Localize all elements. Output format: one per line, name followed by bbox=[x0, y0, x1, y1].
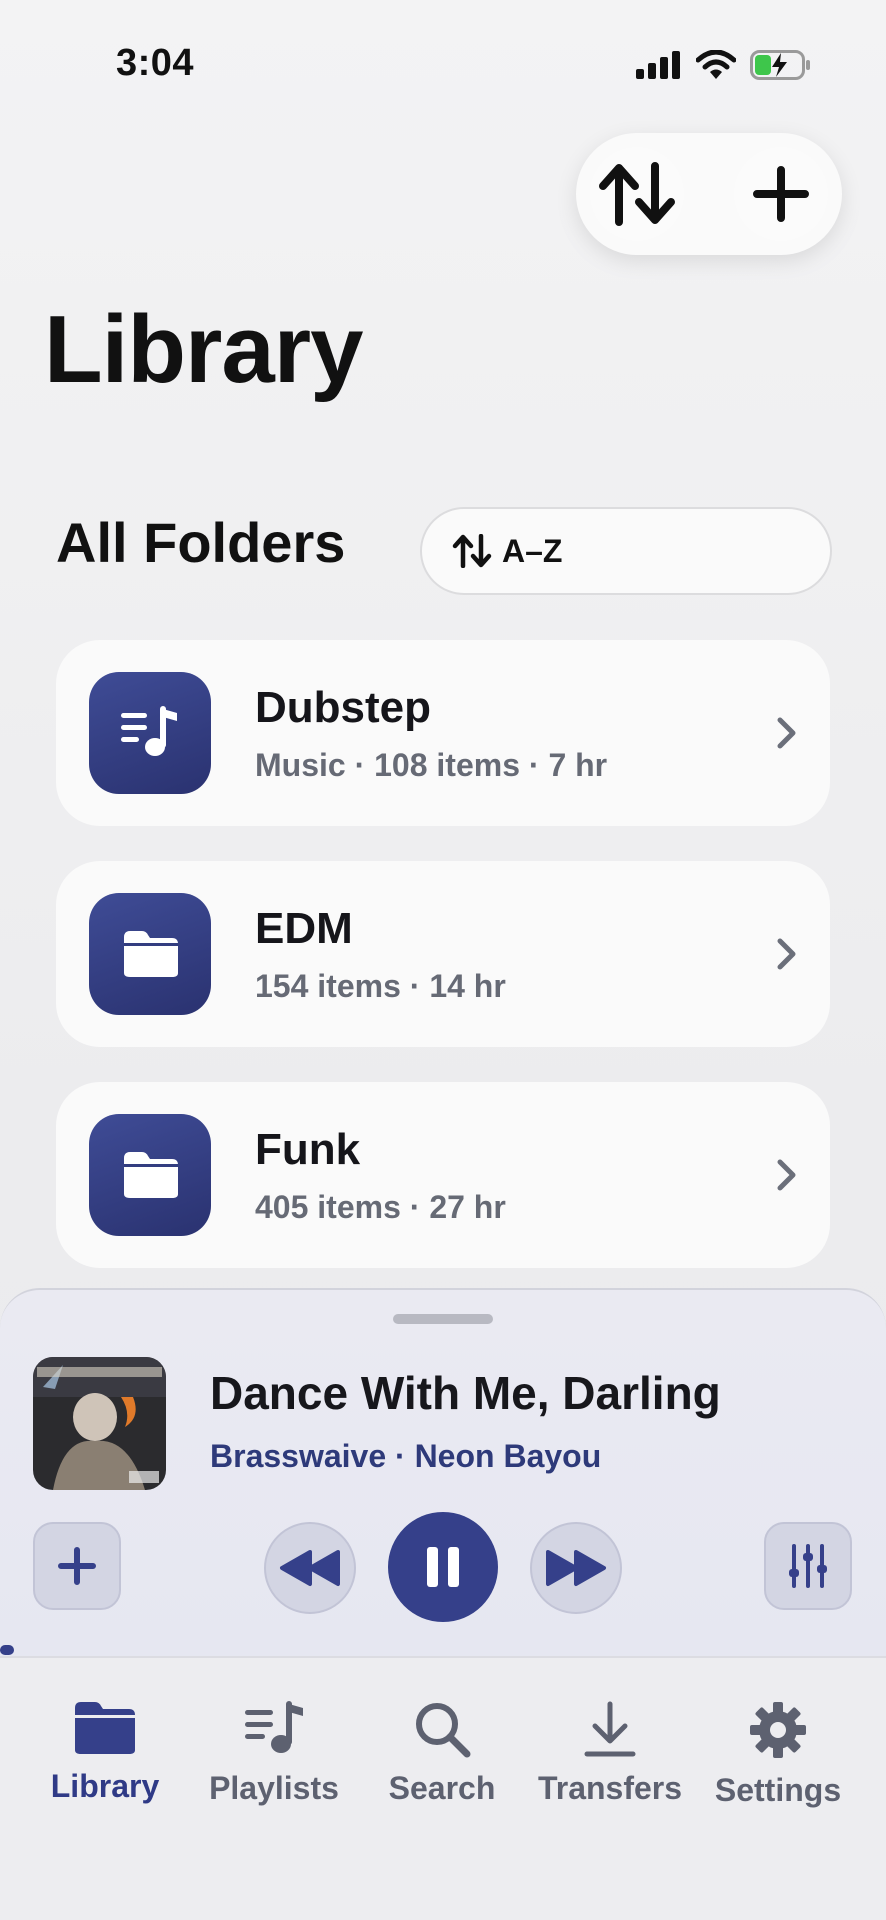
tab-label: Playlists bbox=[209, 1770, 339, 1806]
folder-name: Dubstep bbox=[255, 682, 431, 732]
wifi-icon bbox=[696, 50, 736, 79]
folder-name: EDM bbox=[255, 903, 353, 953]
tab-label: Settings bbox=[714, 1772, 842, 1808]
top-actions bbox=[576, 133, 842, 255]
drag-handle[interactable] bbox=[393, 1314, 493, 1324]
battery-charging-icon bbox=[750, 50, 810, 80]
chevron-right-icon bbox=[777, 717, 796, 749]
add-button[interactable] bbox=[734, 147, 828, 241]
folder-list: Dubstep Music · 108 items · 7 hr EDM 154… bbox=[56, 640, 830, 1303]
folder-name: Funk bbox=[255, 1124, 361, 1174]
folder-icon bbox=[89, 1114, 211, 1236]
plus-icon bbox=[753, 166, 809, 222]
gear-icon bbox=[750, 1702, 806, 1758]
page-title: Library bbox=[44, 296, 363, 403]
fast-forward-icon bbox=[546, 1550, 606, 1586]
tab-label: Library bbox=[50, 1768, 160, 1804]
tab-transfers[interactable]: Transfers bbox=[525, 1700, 695, 1807]
track-title: Dance With Me, Darling bbox=[210, 1367, 721, 1419]
folder-meta: Music · 108 items · 7 hr bbox=[255, 746, 608, 783]
chevron-right-icon bbox=[777, 938, 796, 970]
rewind-icon bbox=[280, 1550, 340, 1586]
rewind-button[interactable] bbox=[264, 1522, 356, 1614]
plus-icon bbox=[58, 1547, 96, 1585]
status-time: 3:04 bbox=[116, 42, 195, 84]
chevron-right-icon bbox=[777, 1159, 796, 1191]
folder-meta: 154 items · 14 hr bbox=[255, 967, 506, 1004]
pause-button[interactable] bbox=[388, 1512, 498, 1622]
search-icon bbox=[416, 1703, 471, 1758]
tab-label: Transfers bbox=[537, 1770, 683, 1806]
sort-arrows-icon bbox=[452, 534, 492, 568]
sort-arrows-icon bbox=[599, 162, 675, 226]
sort-order-label: A–Z bbox=[502, 532, 563, 569]
add-to-playlist-button[interactable] bbox=[33, 1522, 121, 1610]
folder-meta: 405 items · 27 hr bbox=[255, 1188, 506, 1225]
sort-button[interactable] bbox=[590, 147, 684, 241]
tab-label: Search bbox=[388, 1770, 496, 1806]
music-list-icon bbox=[89, 672, 211, 794]
status-bar: 3:04 bbox=[0, 0, 886, 130]
playlist-icon bbox=[245, 1701, 303, 1753]
status-icons bbox=[636, 50, 812, 80]
tab-settings[interactable]: Settings bbox=[693, 1700, 863, 1809]
download-icon bbox=[584, 1701, 636, 1757]
tab-bar: Library Playlists Search Transfers Setti… bbox=[0, 1656, 886, 1920]
folder-icon bbox=[89, 893, 211, 1015]
folder-item-edm[interactable]: EDM 154 items · 14 hr bbox=[56, 861, 830, 1047]
fast-forward-button[interactable] bbox=[530, 1522, 622, 1614]
equalizer-sliders-icon bbox=[789, 1544, 827, 1588]
playback-progress[interactable] bbox=[0, 1645, 14, 1655]
track-artist-album[interactable]: Brasswaive · Neon Bayou bbox=[210, 1438, 601, 1475]
sort-order-pill[interactable]: A–Z bbox=[420, 507, 832, 595]
now-playing-bar[interactable]: Dance With Me, Darling Brasswaive · Neon… bbox=[0, 1288, 886, 1656]
tab-search[interactable]: Search bbox=[357, 1700, 527, 1807]
tab-library[interactable]: Library bbox=[20, 1700, 190, 1805]
album-art[interactable] bbox=[33, 1357, 166, 1490]
folder-item-dubstep[interactable]: Dubstep Music · 108 items · 7 hr bbox=[56, 640, 830, 826]
pause-icon bbox=[427, 1547, 459, 1587]
folder-item-funk[interactable]: Funk 405 items · 27 hr bbox=[56, 1082, 830, 1268]
folder-icon bbox=[75, 1702, 135, 1754]
section-title: All Folders bbox=[56, 511, 346, 574]
tab-playlists[interactable]: Playlists bbox=[189, 1700, 359, 1807]
equalizer-button[interactable] bbox=[764, 1522, 852, 1610]
cellular-signal-icon bbox=[636, 51, 680, 79]
